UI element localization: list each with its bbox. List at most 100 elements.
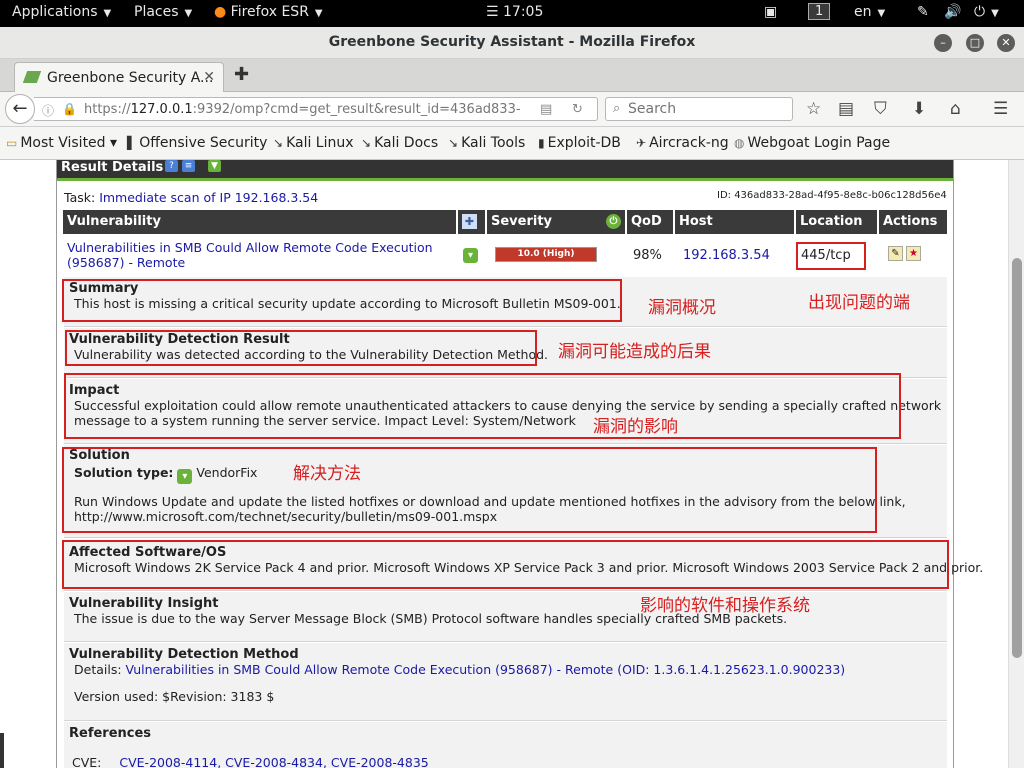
search-input[interactable] xyxy=(628,100,788,118)
navigation-bar: ⓘ 🔒 https://127.0.0.1:9392/omp?cmd=get_r… xyxy=(0,92,1024,127)
offsec-icon: ▌ xyxy=(127,136,137,150)
task-label: Task: xyxy=(64,190,96,205)
col-actions: Actions xyxy=(879,210,947,234)
bookmark-kali-tools[interactable]: ↘ Kali Tools xyxy=(448,135,525,151)
page-content: Result Details ? ≡ ▼ Task: Immediate sca… xyxy=(0,160,1008,768)
back-button[interactable]: ← xyxy=(5,94,35,124)
insight-heading: Vulnerability Insight xyxy=(69,596,219,611)
kali-dragon-icon: ↘ xyxy=(448,136,459,150)
refresh-icon[interactable]: ⏻ xyxy=(606,214,621,229)
globe-icon: ◍ xyxy=(734,136,745,150)
override-icon[interactable]: ★ xyxy=(906,246,921,261)
pocket-icon[interactable]: ⛉ xyxy=(874,99,887,119)
col-location: Location xyxy=(796,210,877,234)
url-bar[interactable]: ⓘ 🔒 https://127.0.0.1:9392/omp?cmd=get_r… xyxy=(34,97,598,121)
annotation-box-detection xyxy=(65,330,537,366)
annotation-summary-note: 漏洞概况 xyxy=(648,298,716,318)
bookmark-most-visited[interactable]: ▭ Most Visited ▾ xyxy=(6,135,117,151)
scrollbar-thumb[interactable] xyxy=(1012,258,1022,658)
host-link[interactable]: 192.168.3.54 xyxy=(683,248,770,263)
firefox-icon: ● xyxy=(214,4,227,20)
greenbone-favicon-icon xyxy=(22,71,42,83)
result-details-title: Result Details xyxy=(61,160,164,175)
info-icon[interactable]: ⓘ xyxy=(42,102,54,119)
qod-value: 98% xyxy=(633,248,662,263)
references-heading: References xyxy=(69,726,152,741)
annotation-port-note: 出现问题的端 xyxy=(808,293,910,313)
detection-method-details: Details: Vulnerabilities in SMB Could Al… xyxy=(74,662,846,677)
col-host: Host xyxy=(675,210,794,234)
minimize-button[interactable]: – xyxy=(934,34,952,52)
col-solution-type: ✚ xyxy=(458,210,485,234)
reading-list-icon[interactable]: ▤ xyxy=(838,99,854,119)
annotation-box-solution xyxy=(62,447,877,533)
workspace-indicator[interactable]: 1 xyxy=(808,3,831,20)
desktop-edge-marker xyxy=(0,733,4,768)
bookmark-aircrack-ng[interactable]: ✈ Aircrack-ng xyxy=(636,135,729,151)
puzzle-icon: ✚ xyxy=(462,214,477,229)
lock-icon[interactable]: 🔒 xyxy=(62,102,77,116)
kali-dragon-icon: ↘ xyxy=(361,136,372,150)
annotation-box-port xyxy=(796,242,866,270)
annotation-result-note: 漏洞可能造成的后果 xyxy=(558,342,711,362)
search-icon: ⌕ xyxy=(613,101,621,116)
list-icon[interactable]: ≡ xyxy=(182,160,195,172)
task-row: Task: Immediate scan of IP 192.168.3.54 xyxy=(64,190,318,205)
cve-links[interactable]: CVE-2008-4114, CVE-2008-4834, CVE-2008-4… xyxy=(119,755,428,768)
new-tab-button[interactable]: ✚ xyxy=(234,64,249,85)
volume-icon[interactable]: 🔊 xyxy=(944,4,961,20)
download-icon[interactable]: ▼ xyxy=(208,160,221,172)
insight-section: Vulnerability Insight The issue is due t… xyxy=(64,592,947,642)
page-scrollbar[interactable] xyxy=(1008,160,1024,768)
bookmark-exploit-db[interactable]: ▮ Exploit-DB xyxy=(538,135,621,151)
vulnerability-link-line2[interactable]: (958687) - Remote xyxy=(67,255,185,270)
search-box[interactable]: ⌕ xyxy=(605,97,793,121)
reload-icon[interactable]: ↻ xyxy=(572,102,583,117)
cve-row: CVE: CVE-2008-4114, CVE-2008-4834, CVE-2… xyxy=(72,755,429,768)
close-tab-icon[interactable]: ✕ xyxy=(203,69,215,85)
annotation-box-impact xyxy=(64,373,901,439)
clock[interactable]: ☰ 17:05 xyxy=(486,4,543,20)
bookmark-webgoat[interactable]: ◍ Webgoat Login Page xyxy=(734,135,890,151)
result-id: ID: 436ad833-28ad-4f95-8e8c-b06c128d56e4 xyxy=(717,190,947,201)
power-icon[interactable]: ⏻ ▼ xyxy=(974,4,999,20)
bookmark-star-icon[interactable]: ☆ xyxy=(806,99,821,119)
note-icon[interactable]: ✎ xyxy=(888,246,903,261)
home-icon[interactable]: ⌂ xyxy=(950,99,961,119)
references-section: References CVE: CVE-2008-4114, CVE-2008-… xyxy=(64,722,947,768)
kali-dragon-icon: ↘ xyxy=(273,136,284,150)
annotation-impact-note: 漏洞的影响 xyxy=(593,417,678,437)
vendorfix-icon: ▾ xyxy=(463,248,478,263)
folder-icon: ▭ xyxy=(6,136,18,150)
bookmark-kali-linux[interactable]: ↘ Kali Linux xyxy=(273,135,354,151)
annotation-box-affected xyxy=(62,540,949,589)
menu-icon[interactable]: ☰ xyxy=(993,99,1008,119)
network-icon[interactable]: ✎ xyxy=(917,4,929,20)
bookmark-kali-docs[interactable]: ↘ Kali Docs xyxy=(361,135,438,151)
camera-icon[interactable]: ▣ xyxy=(764,4,777,20)
gnome-top-bar: Applications ▼ Places ▼ ● Firefox ESR ▼ ☰ 1… xyxy=(0,0,1024,27)
col-severity: Severity ⏻ xyxy=(487,210,625,234)
vulnerability-link-line1[interactable]: Vulnerabilities in SMB Could Allow Remot… xyxy=(67,240,433,255)
help-icon[interactable]: ? xyxy=(165,160,178,172)
col-vulnerability: Vulnerability xyxy=(63,210,456,234)
detection-method-link[interactable]: Vulnerabilities in SMB Could Allow Remot… xyxy=(126,662,846,677)
annotation-solution-note: 解决方法 xyxy=(293,464,361,484)
language-menu[interactable]: en ▼ xyxy=(854,4,885,20)
tab-strip: Greenbone Security A... ✕ ✚ xyxy=(0,59,1024,92)
close-window-button[interactable]: ✕ xyxy=(997,34,1015,52)
firefox-app-menu[interactable]: ● Firefox ESR ▼ xyxy=(214,4,323,20)
maximize-button[interactable]: □ xyxy=(966,34,984,52)
col-qod: QoD xyxy=(627,210,673,234)
url-text[interactable]: https://127.0.0.1:9392/omp?cmd=get_resul… xyxy=(84,102,521,117)
tab-greenbone[interactable]: Greenbone Security A... ✕ xyxy=(14,62,224,92)
applications-menu[interactable]: Applications ▼ xyxy=(12,4,111,20)
annotation-affected-note: 影响的软件和操作系统 xyxy=(640,596,810,616)
reader-view-icon[interactable]: ▤ xyxy=(540,102,552,117)
places-menu[interactable]: Places ▼ xyxy=(134,4,192,20)
aircrack-icon: ✈ xyxy=(636,136,647,150)
task-link[interactable]: Immediate scan of IP 192.168.3.54 xyxy=(99,190,318,205)
annotation-box-summary xyxy=(62,279,622,322)
bookmark-offensive-security[interactable]: ▌ Offensive Security xyxy=(127,135,267,151)
downloads-icon[interactable]: ⬇ xyxy=(912,99,926,119)
